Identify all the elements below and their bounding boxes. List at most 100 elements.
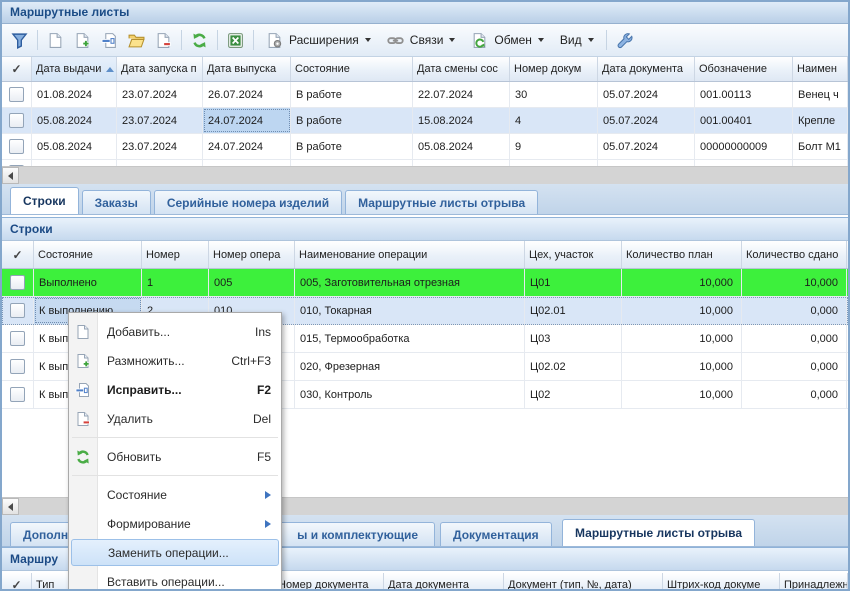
- row-checkbox-cell[interactable]: [2, 134, 32, 159]
- strings-panel-header: Строки: [2, 217, 848, 241]
- shortcut-label: F5: [257, 450, 271, 464]
- toolbar-separator: [606, 30, 607, 50]
- tab-documentation[interactable]: Документация: [440, 522, 552, 546]
- column-header-operation-name[interactable]: Наименование операции: [295, 241, 525, 268]
- select-all-column-header[interactable]: ✓: [2, 241, 34, 268]
- row-checkbox[interactable]: [10, 387, 25, 402]
- excel-export-button[interactable]: [223, 28, 248, 53]
- refresh-button[interactable]: [187, 28, 212, 53]
- scroll-left-button[interactable]: [2, 167, 19, 184]
- table-row[interactable]: 01.08.2024 23.07.2024 26.07.2024 В работ…: [2, 82, 848, 108]
- column-header-name[interactable]: Наимен: [793, 57, 848, 81]
- links-menu-button[interactable]: Связи: [380, 28, 463, 53]
- column-header-belonging[interactable]: Принадлежн: [780, 573, 848, 591]
- tab-tear-off-route-sheets-bottom[interactable]: Маршрутные листы отрыва: [562, 519, 755, 546]
- refresh-icon: [74, 448, 92, 466]
- scroll-left-button[interactable]: [2, 498, 19, 515]
- column-header-barcode[interactable]: Штрих-код докуме: [663, 573, 780, 591]
- table-row-selected[interactable]: 05.08.2024 23.07.2024 24.07.2024 В работ…: [2, 108, 848, 134]
- row-checkbox[interactable]: [10, 359, 25, 374]
- view-menu-button[interactable]: Вид: [553, 28, 601, 53]
- column-header-launch-date[interactable]: Дата запуска п: [117, 57, 203, 81]
- delete-document-icon: [74, 410, 92, 428]
- edit-button[interactable]: [97, 28, 122, 53]
- menu-separator: [72, 437, 278, 438]
- menu-item-add[interactable]: Добавить... Ins: [69, 317, 281, 346]
- menu-item-edit[interactable]: Исправить... F2: [69, 375, 281, 404]
- column-header-operation-number[interactable]: Номер опера: [209, 241, 295, 268]
- shortcut-label: Ctrl+F3: [231, 354, 271, 368]
- row-checkbox-cell[interactable]: [2, 82, 32, 107]
- menu-item-replace-operations[interactable]: Заменить операции...: [71, 539, 279, 566]
- duplicate-button[interactable]: [70, 28, 95, 53]
- shortcut-label: F2: [257, 383, 271, 397]
- main-toolbar: Расширения Связи Обмен Вид: [2, 24, 848, 57]
- route-sheets-grid-body: 01.08.2024 23.07.2024 26.07.2024 В работ…: [2, 82, 848, 166]
- column-header-issue-date[interactable]: Дата выдачи: [32, 57, 117, 81]
- column-header-state[interactable]: Состояние: [291, 57, 413, 81]
- context-menu: Добавить... Ins Размножить... Ctrl+F3 Ис…: [68, 312, 282, 591]
- filter-button[interactable]: [7, 28, 32, 53]
- wrench-icon: [616, 32, 633, 49]
- menu-item-delete[interactable]: Удалить Del: [69, 404, 281, 433]
- row-checkbox-cell[interactable]: [2, 381, 34, 408]
- sort-asc-icon: [106, 67, 114, 72]
- tab-stroki[interactable]: Строки: [10, 187, 79, 214]
- links-menu-label: Связи: [410, 33, 444, 47]
- row-checkbox-cell[interactable]: [2, 353, 34, 380]
- add-button[interactable]: [43, 28, 68, 53]
- tab-zakazy[interactable]: Заказы: [82, 190, 151, 214]
- exchange-icon: [471, 32, 488, 49]
- row-checkbox[interactable]: [10, 331, 25, 346]
- tab-tear-off-route-sheets[interactable]: Маршрутные листы отрыва: [345, 190, 538, 214]
- select-all-column-header[interactable]: ✓: [2, 57, 32, 81]
- row-checkbox[interactable]: [9, 113, 24, 128]
- column-header-doc-date[interactable]: Дата документа: [384, 573, 504, 591]
- strings-grid-header: ✓ Состояние Номер Номер опера Наименован…: [2, 241, 848, 269]
- column-header-designation[interactable]: Обозначение: [695, 57, 793, 81]
- row-checkbox[interactable]: [10, 275, 25, 290]
- column-header-number[interactable]: Номер: [142, 241, 209, 268]
- exchange-menu-button[interactable]: Обмен: [464, 28, 551, 53]
- row-checkbox[interactable]: [9, 139, 24, 154]
- menu-item-refresh[interactable]: Обновить F5: [69, 442, 281, 471]
- row-checkbox[interactable]: [10, 303, 25, 318]
- filter-icon: [11, 32, 28, 49]
- row-checkbox-cell[interactable]: [2, 325, 34, 352]
- row-checkbox[interactable]: [9, 87, 24, 102]
- menu-item-insert-operations[interactable]: Вставить операции...: [69, 567, 281, 591]
- column-header-state-change-date[interactable]: Дата смены сос: [413, 57, 510, 81]
- route-sheets-window: Маршрутные листы Расширения Связи Обмен: [0, 0, 850, 591]
- select-all-column-header[interactable]: ✓: [2, 573, 32, 591]
- extensions-menu-button[interactable]: Расширения: [259, 28, 378, 53]
- focused-cell[interactable]: 24.07.2024: [203, 108, 291, 133]
- settings-button[interactable]: [612, 28, 637, 53]
- column-header-doc-type-no-date[interactable]: Документ (тип, №, дата): [504, 573, 663, 591]
- column-header-doc-date[interactable]: Дата документа: [598, 57, 695, 81]
- column-header-doc-number[interactable]: Номер документа: [274, 573, 384, 591]
- chevron-down-icon: [365, 38, 371, 42]
- toolbar-separator: [181, 30, 182, 50]
- row-checkbox-cell[interactable]: [2, 269, 34, 296]
- column-header-workshop[interactable]: Цех, участок: [525, 241, 622, 268]
- column-header-state[interactable]: Состояние: [34, 241, 142, 268]
- delete-button[interactable]: [151, 28, 176, 53]
- table-row-done[interactable]: Выполнено 1 005 005, Заготовительная отр…: [2, 269, 848, 297]
- horizontal-scrollbar[interactable]: [2, 166, 848, 184]
- row-checkbox-cell[interactable]: [2, 297, 34, 324]
- table-row[interactable]: 05.08.2024 23.07.2024 24.07.2024 В работ…: [2, 134, 848, 160]
- chevron-down-icon: [449, 38, 455, 42]
- exchange-menu-label: Обмен: [494, 33, 532, 47]
- menu-item-duplicate[interactable]: Размножить... Ctrl+F3: [69, 346, 281, 375]
- open-button[interactable]: [124, 28, 149, 53]
- column-header-qty-done[interactable]: Количество сдано: [742, 241, 847, 268]
- toolbar-separator: [217, 30, 218, 50]
- edit-document-icon: [101, 32, 118, 49]
- column-header-release-date[interactable]: Дата выпуска: [203, 57, 291, 81]
- row-checkbox-cell[interactable]: [2, 108, 32, 133]
- menu-item-forming[interactable]: Формирование: [69, 509, 281, 538]
- column-header-qty-plan[interactable]: Количество план: [622, 241, 742, 268]
- column-header-doc-number[interactable]: Номер докум: [510, 57, 598, 81]
- tab-serial-numbers[interactable]: Серийные номера изделий: [154, 190, 342, 214]
- menu-item-state[interactable]: Состояние: [69, 480, 281, 509]
